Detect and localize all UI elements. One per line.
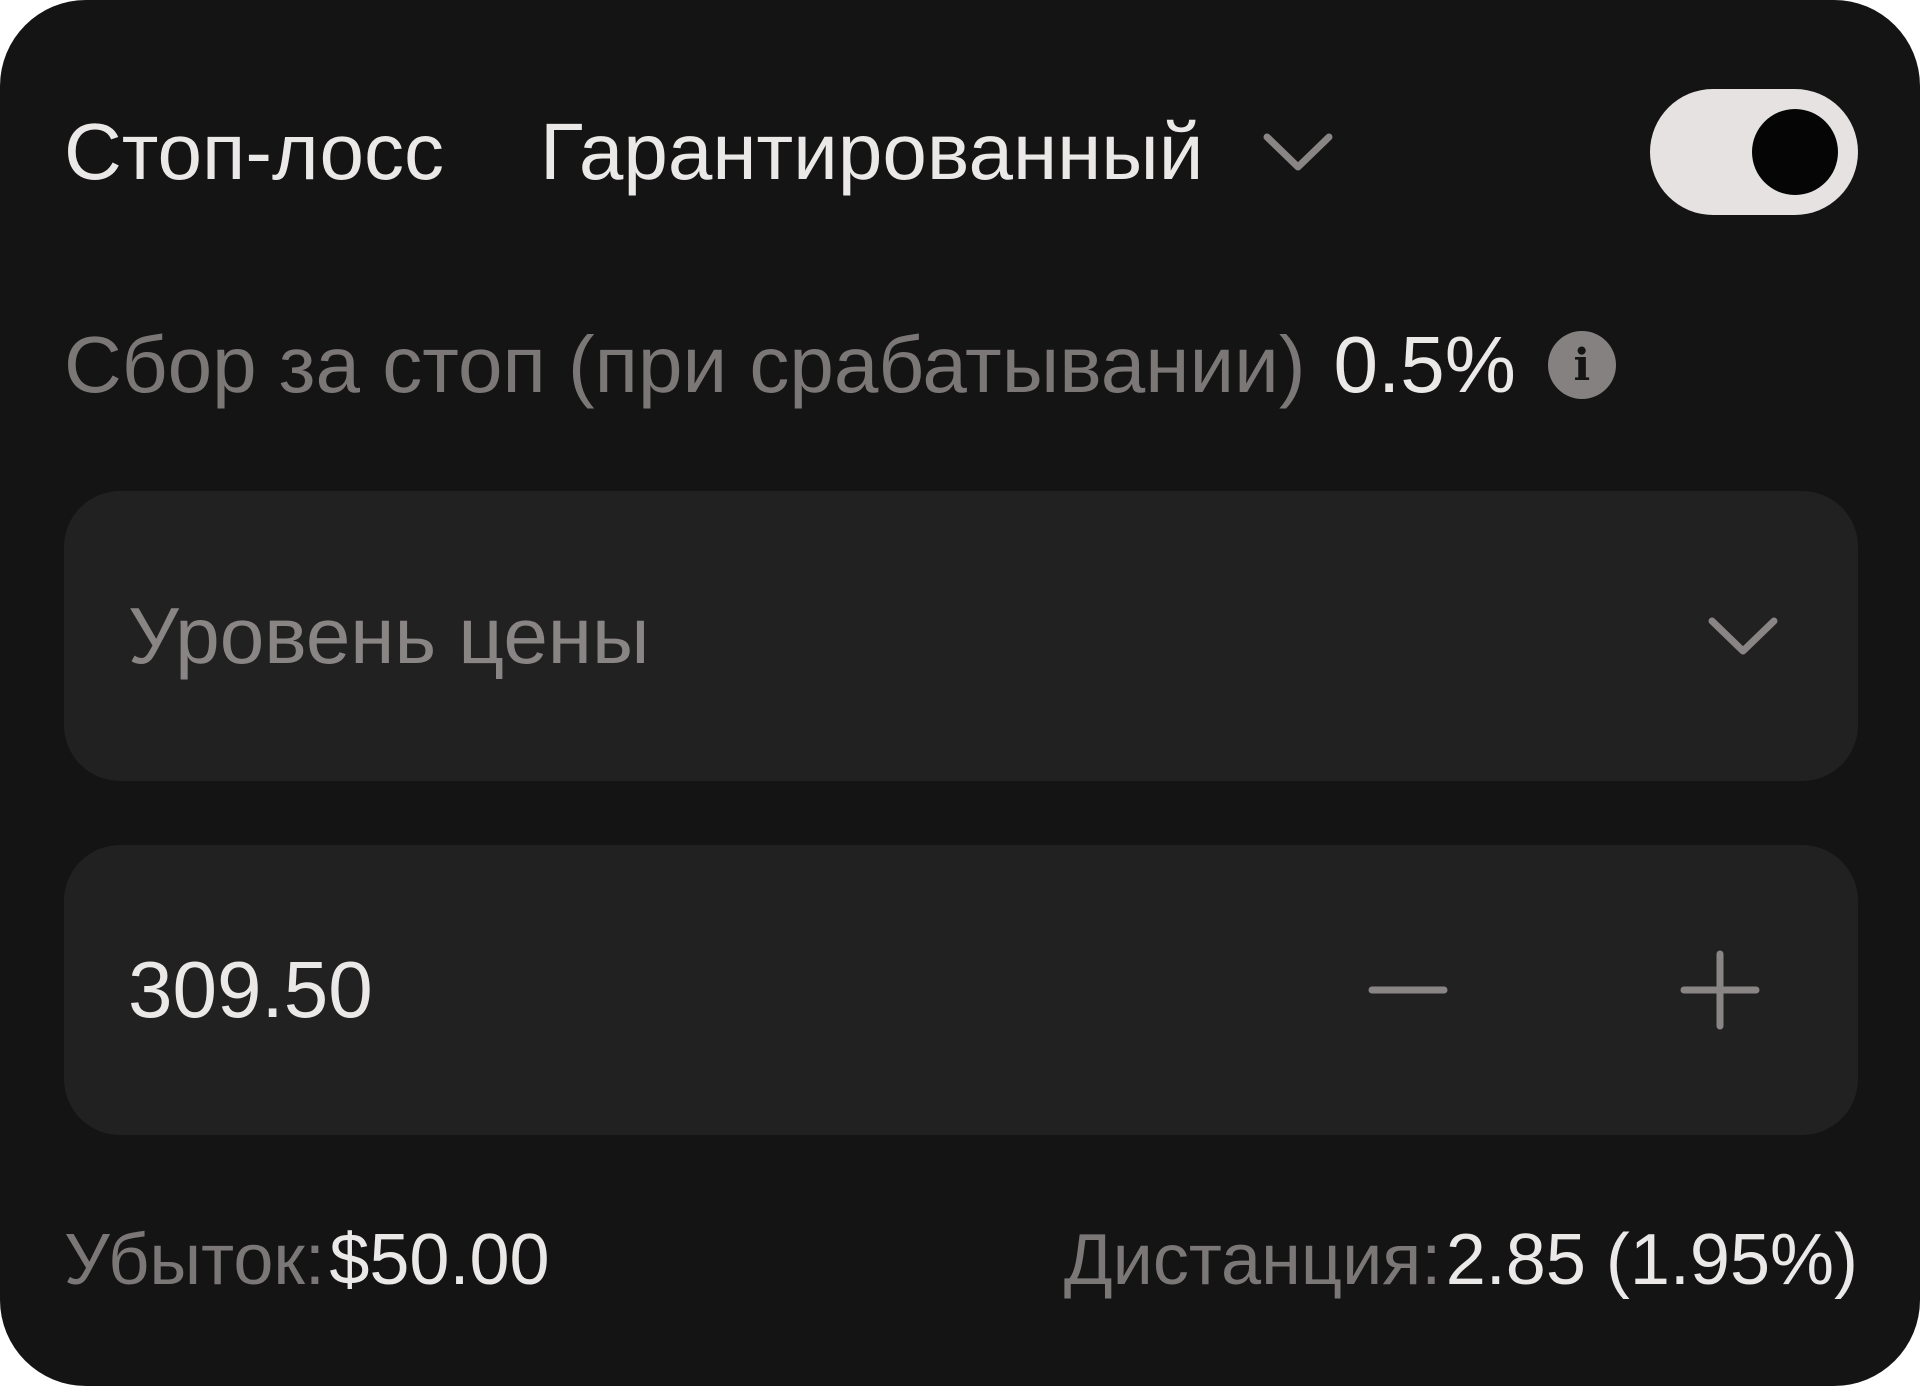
distance-value: 2.85 (1.95%) bbox=[1445, 1220, 1858, 1300]
stop-type-value: Гарантированный bbox=[540, 107, 1204, 196]
stop-loss-title: Стоп-лосс bbox=[64, 107, 445, 196]
stop-fee-value: 0.5% bbox=[1333, 320, 1516, 409]
stop-loss-header: Стоп-лосс Гарантированный bbox=[64, 88, 1858, 216]
info-icon[interactable]: i bbox=[1547, 331, 1616, 399]
stop-loss-summary: Убыток: $50.00 Дистанция: 2.85 (1.95%) bbox=[64, 1215, 1858, 1305]
price-level-label: Уровень цены bbox=[128, 591, 650, 680]
increment-button[interactable] bbox=[1670, 940, 1770, 1040]
loss-label: Убыток: bbox=[64, 1220, 325, 1300]
distance-summary: Дистанция: 2.85 (1.95%) bbox=[1064, 1219, 1858, 1301]
loss-value: $50.00 bbox=[329, 1220, 550, 1300]
price-stepper: 309.50 bbox=[64, 845, 1858, 1135]
decrement-button[interactable] bbox=[1358, 940, 1458, 1040]
stop-loss-toggle[interactable] bbox=[1650, 89, 1858, 215]
loss-summary: Убыток: $50.00 bbox=[64, 1219, 550, 1301]
stop-loss-panel: Стоп-лосс Гарантированный Сбор за стоп (… bbox=[0, 0, 1920, 1386]
stop-type-dropdown[interactable]: Гарантированный bbox=[540, 106, 1335, 198]
stop-fee-row: Сбор за стоп (при срабатывании) 0.5% i bbox=[64, 320, 1616, 410]
chevron-down-icon bbox=[1261, 127, 1335, 177]
chevron-down-icon bbox=[1706, 611, 1780, 661]
plus-icon bbox=[1680, 950, 1760, 1030]
price-level-dropdown[interactable]: Уровень цены bbox=[64, 491, 1858, 781]
minus-icon bbox=[1368, 986, 1448, 994]
price-input[interactable]: 309.50 bbox=[128, 944, 373, 1036]
toggle-knob bbox=[1752, 109, 1838, 195]
distance-label: Дистанция: bbox=[1063, 1220, 1442, 1300]
stop-fee-label: Сбор за стоп (при срабатывании) bbox=[64, 320, 1306, 409]
